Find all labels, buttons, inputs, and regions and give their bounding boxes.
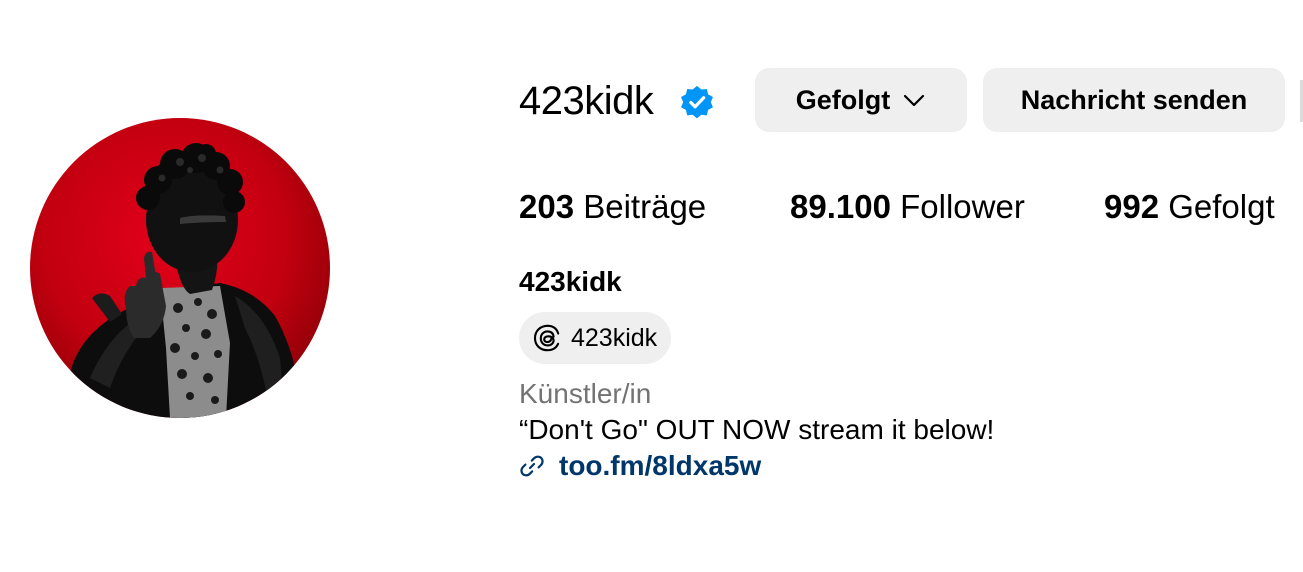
following-count[interactable]: 992 Gefolgt xyxy=(1104,186,1275,228)
threads-icon xyxy=(533,324,560,352)
posts-label: Beiträge xyxy=(583,188,707,225)
posts-count[interactable]: 203 Beiträge xyxy=(519,186,706,228)
followers-count[interactable]: 89.100 Follower xyxy=(790,186,1025,228)
send-message-button[interactable]: Nachricht senden xyxy=(983,68,1285,132)
profile-page: 423kidk Gefolgt Nachricht senden 203 Bei… xyxy=(0,0,1303,572)
bio-link[interactable]: too.fm/8ldxa5w xyxy=(519,449,761,483)
followers-number: 89.100 xyxy=(790,188,891,225)
chevron-down-icon xyxy=(904,94,925,107)
display-name: 423kidk xyxy=(519,266,622,297)
bio-text: “Don't Go" OUT NOW stream it below! xyxy=(519,414,995,445)
link-icon xyxy=(520,455,544,477)
following-button-label: Gefolgt xyxy=(795,84,891,115)
send-message-button-label: Nachricht senden xyxy=(1020,84,1248,115)
followers-label: Follower xyxy=(900,188,1025,225)
profile-category: Künstler/in xyxy=(519,378,652,409)
verified-badge-icon xyxy=(678,84,716,122)
following-button[interactable]: Gefolgt xyxy=(755,68,967,132)
following-number: 992 xyxy=(1104,188,1160,225)
avatar-photo xyxy=(70,143,302,418)
avatar[interactable] xyxy=(30,118,330,418)
following-label: Gefolgt xyxy=(1168,188,1275,225)
threads-link-badge[interactable]: 423kidk xyxy=(519,312,672,364)
profile-username: 423kidk xyxy=(519,79,654,123)
bio-link-text[interactable]: too.fm/8ldxa5w xyxy=(559,449,761,483)
threads-handle: 423kidk xyxy=(571,324,658,352)
posts-number: 203 xyxy=(519,188,575,225)
